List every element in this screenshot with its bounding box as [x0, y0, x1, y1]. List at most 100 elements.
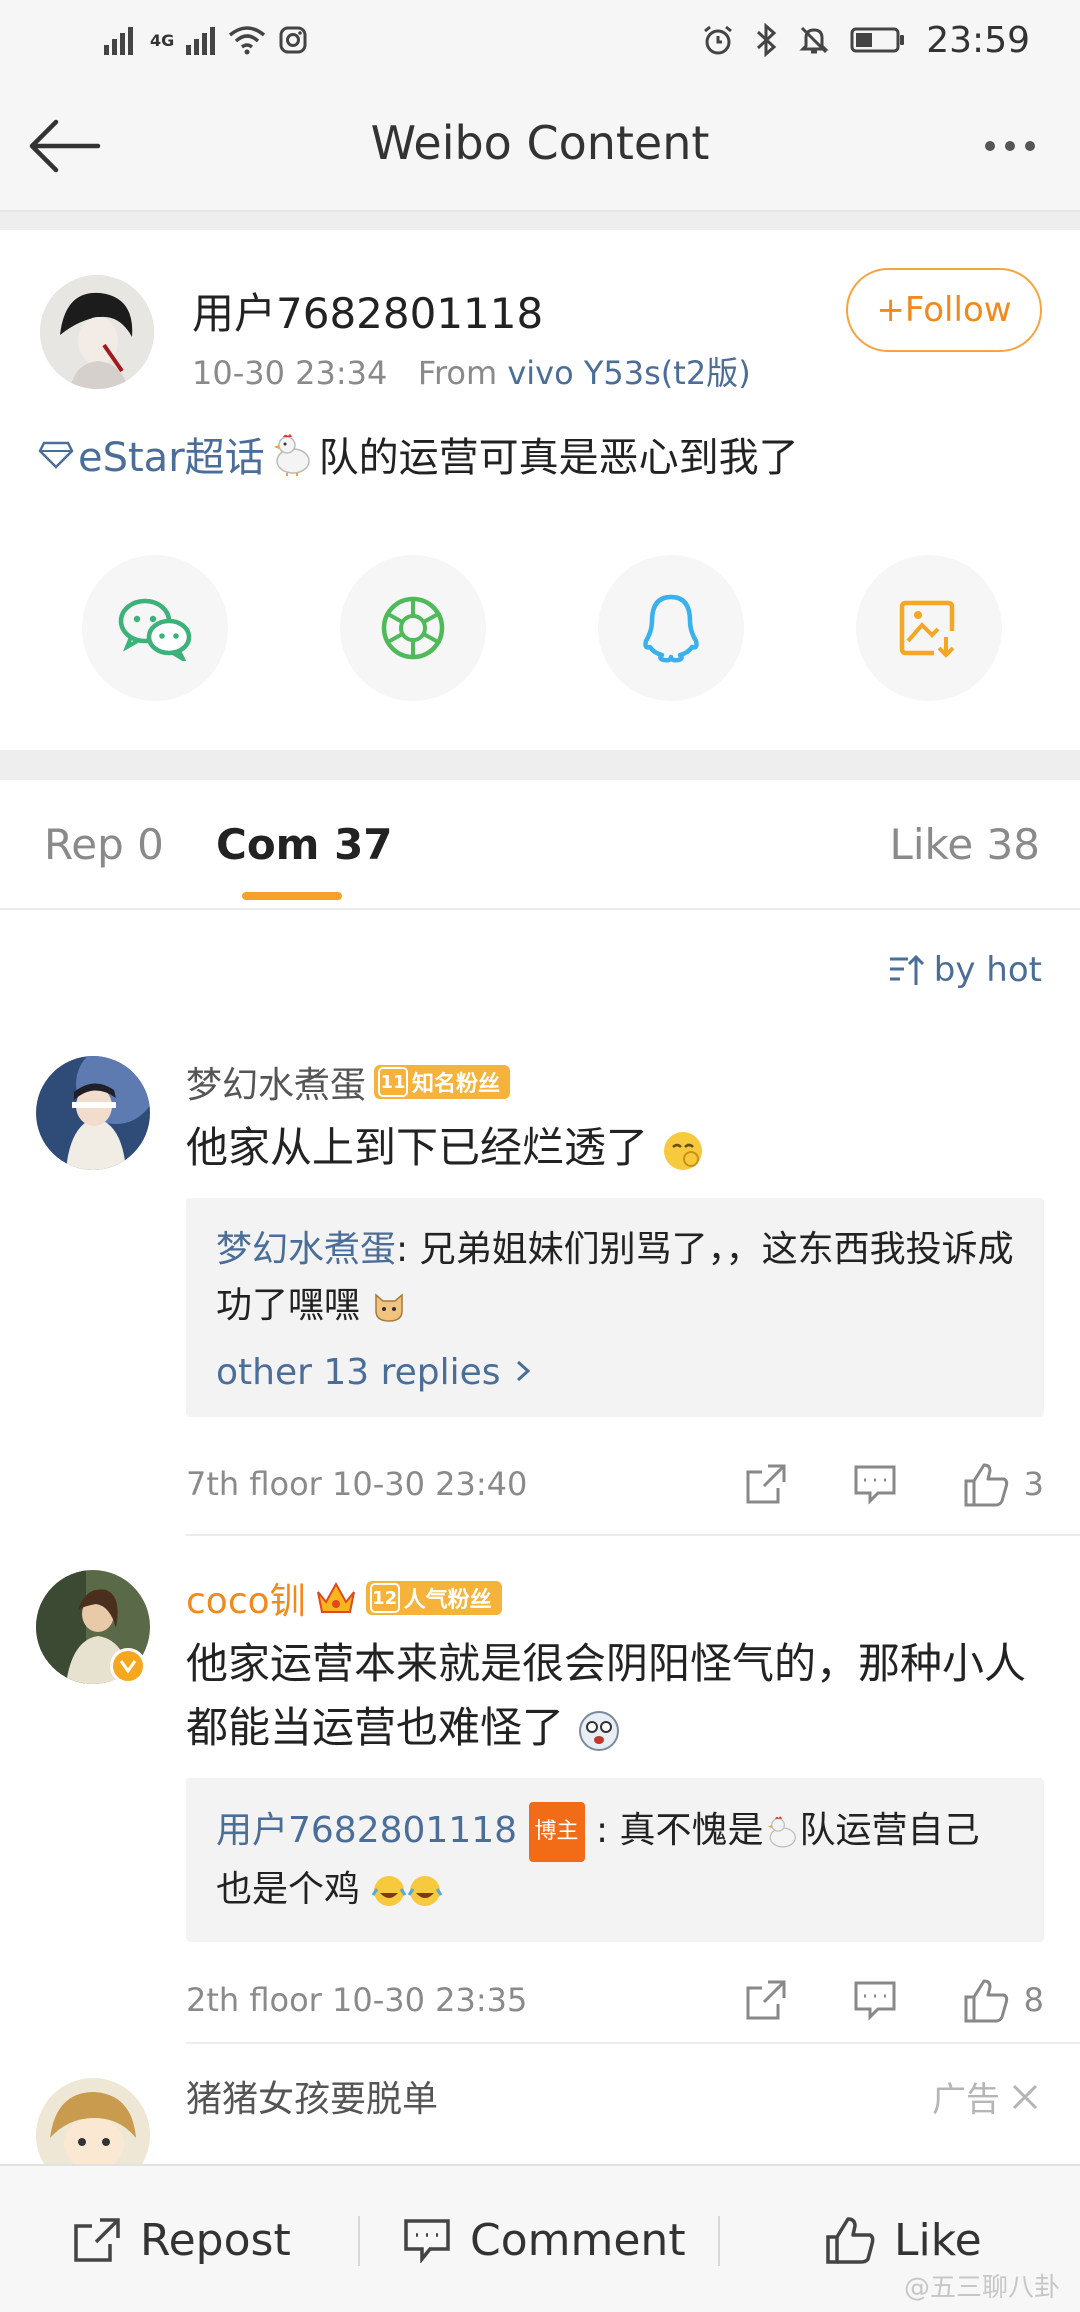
- status-bar: 4G 23:59: [0, 0, 1080, 80]
- thumbs-up-icon: [964, 1463, 1008, 1507]
- comment-floor-time: 2th floor 10-30 23:35: [186, 1981, 528, 2019]
- comment-icon[interactable]: [852, 1463, 898, 1505]
- comment-actions: 8: [744, 1977, 1044, 2023]
- moments-icon: [381, 596, 445, 660]
- comment-username[interactable]: 猪猪女孩要脱单: [186, 2070, 438, 2122]
- battery-icon: [850, 27, 905, 53]
- watermark: @五三聊八卦: [903, 2273, 1060, 2303]
- chicken-emoji-icon: [767, 1816, 796, 1848]
- divider: [186, 1534, 1080, 1536]
- ad-label: 广告: [932, 2080, 1000, 2120]
- share-icon[interactable]: [744, 1462, 788, 1506]
- fan-level: 11: [378, 1067, 409, 1097]
- clock: 23:59: [926, 19, 1030, 61]
- post-username[interactable]: 用户7682801118: [192, 280, 543, 341]
- repost-icon: [74, 2218, 120, 2262]
- instagram-icon: [279, 26, 307, 54]
- cat-emoji-icon: [375, 1293, 404, 1322]
- page-title: Weibo Content: [370, 116, 710, 170]
- repost-button[interactable]: Repost: [72, 2166, 291, 2312]
- comment-footer: 2th floor 10-30 23:35 8: [186, 1970, 1044, 2030]
- comment-button[interactable]: Comment: [402, 2166, 686, 2312]
- post-text: eStar超话 队的运营可真是恶心到我了: [38, 425, 799, 483]
- save-image-button[interactable]: [856, 555, 1002, 701]
- post-body: 队的运营可真是恶心到我了: [318, 435, 799, 481]
- share-moments-button[interactable]: [340, 555, 486, 701]
- avatar-image: [36, 1056, 150, 1170]
- tab-repost[interactable]: Rep 0: [44, 820, 164, 869]
- fan-badge: 12 人气粉丝: [365, 1581, 502, 1615]
- avatar-image: [36, 2078, 150, 2164]
- thumbs-up-icon: [964, 1979, 1008, 2023]
- more-options-button[interactable]: [970, 120, 1050, 172]
- wifi-icon: [229, 26, 266, 55]
- comment-username[interactable]: coco钏 12 人气粉丝: [186, 1572, 502, 1624]
- more-replies-link[interactable]: other 13 replies: [216, 1352, 1014, 1393]
- comment-body: 他家从上到下已经烂透了: [186, 1123, 649, 1172]
- nav-bar: Weibo Content: [0, 80, 1080, 212]
- reply-text: 真不愧是: [619, 1810, 764, 1851]
- reply-author[interactable]: 梦幻水煮蛋: [216, 1229, 396, 1270]
- ad-tag[interactable]: 广告: [932, 2072, 1040, 2121]
- ad-comment-item: 猪猪女孩要脱单 广告: [0, 2070, 1080, 2164]
- follow-button[interactable]: +Follow: [846, 268, 1042, 352]
- tab-comments[interactable]: Com 37: [216, 820, 393, 869]
- fan-badge: 11 知名粉丝: [374, 1065, 511, 1099]
- reply-preview[interactable]: 梦幻水煮蛋: 兄弟姐妹们别骂了，，这东西我投诉成功了嘿嘿 other 13 re…: [186, 1198, 1044, 1417]
- comment-username-text: 梦幻水煮蛋: [186, 1065, 367, 1106]
- laugh-cry-emoji-icon: [372, 1876, 407, 1906]
- sort-label: by hot: [933, 950, 1042, 990]
- post-timestamp: 10-30 23:34: [192, 354, 388, 392]
- post-avatar[interactable]: [40, 275, 154, 389]
- laugh-cry-emoji-icon: [408, 1876, 443, 1906]
- comment-actions: 3: [744, 1461, 1044, 1507]
- fan-badge-text: 人气粉丝: [403, 1588, 492, 1613]
- super-topic-link[interactable]: eStar超话: [38, 425, 265, 483]
- share-row: [0, 555, 1080, 705]
- share-icon[interactable]: [744, 1978, 788, 2022]
- post-from-label: From: [417, 354, 498, 392]
- save-image-icon: [899, 600, 955, 658]
- verified-badge: [110, 1648, 146, 1684]
- like-label: Like: [894, 2214, 982, 2266]
- comment-like-button[interactable]: 3: [962, 1461, 1044, 1507]
- divider: [186, 2042, 1080, 2044]
- reply-preview[interactable]: 用户7682801118 博主 : 真不愧是 队运营自己也是个鸡: [186, 1778, 1044, 1942]
- comment-floor-time: 7th floor 10-30 23:40: [186, 1465, 528, 1503]
- qq-icon: [643, 594, 699, 663]
- sort-by-hot-button[interactable]: by hot: [888, 950, 1042, 990]
- share-qq-button[interactable]: [598, 555, 744, 701]
- tab-likes[interactable]: Like 38: [889, 820, 1040, 869]
- crown-icon: [316, 1581, 355, 1613]
- more-dot-icon: [985, 141, 995, 151]
- share-wechat-button[interactable]: [82, 555, 228, 701]
- comment-avatar[interactable]: [36, 2078, 150, 2164]
- comment-icon[interactable]: [852, 1979, 898, 2021]
- post-device[interactable]: vivo Y53s(t2版): [507, 354, 750, 392]
- thumbs-up-icon: [826, 2217, 875, 2264]
- super-topic-label: eStar超话: [78, 435, 265, 481]
- emoji-icon: [579, 1710, 620, 1751]
- alarm-icon: [704, 25, 733, 55]
- mute-icon: [799, 26, 829, 54]
- comment-icon: [404, 2219, 450, 2263]
- sort-icon: [889, 954, 924, 985]
- comment-like-button[interactable]: 8: [962, 1977, 1044, 2023]
- comment-text: 他家运营本来就是很会阴阳怪气的，那种小人都能当运营也难怪了: [186, 1632, 1046, 1760]
- reply-author[interactable]: 用户7682801118: [216, 1810, 517, 1851]
- bottom-action-bar: Repost Comment Like @五三聊八卦: [0, 2164, 1080, 2312]
- active-tab-indicator: [242, 892, 342, 900]
- wechat-icon: [118, 598, 192, 661]
- comment-username[interactable]: 梦幻水煮蛋 11 知名粉丝: [186, 1056, 511, 1108]
- diamond-icon: [38, 441, 74, 469]
- bluetooth-icon: [757, 23, 777, 57]
- post-card: 用户7682801118 10-30 23:34 From vivo Y53s(…: [0, 230, 1080, 750]
- emoji-icon: [664, 1131, 703, 1170]
- repost-label: Repost: [140, 2214, 291, 2266]
- section-gap: [0, 212, 1080, 230]
- chevron-right-icon: [516, 1360, 531, 1382]
- blogger-badge: 博主: [528, 1802, 585, 1862]
- more-dot-icon: [1005, 141, 1015, 151]
- comment-avatar[interactable]: [36, 1056, 150, 1170]
- verified-icon: [119, 1660, 137, 1674]
